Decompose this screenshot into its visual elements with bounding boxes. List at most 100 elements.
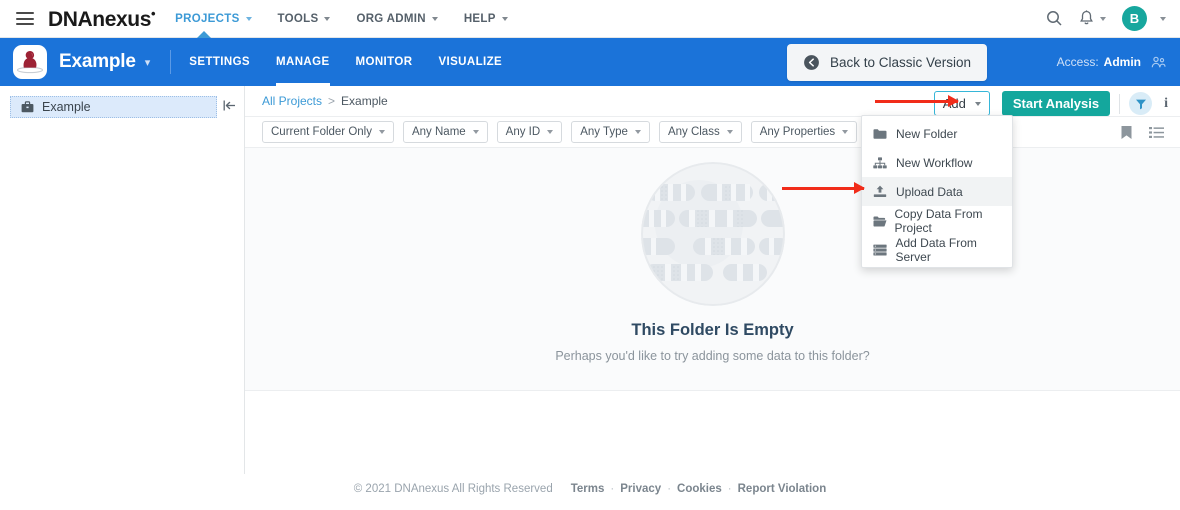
back-to-classic-version-label: Back to Classic Version xyxy=(830,55,972,70)
filter-bar: Current Folder Only Any Name Any ID Any … xyxy=(245,116,1180,148)
top-nav-actions: B xyxy=(1030,6,1180,31)
filter-any-name-label: Any Name xyxy=(411,126,466,138)
footer-link-privacy[interactable]: Privacy xyxy=(620,483,661,495)
filter-any-type-label: Any Type xyxy=(580,126,628,138)
nav-item-help[interactable]: HELP xyxy=(464,0,508,38)
menu-item-new-workflow-label: New Workflow xyxy=(896,155,973,170)
nav-item-org-admin[interactable]: ORG ADMIN xyxy=(356,0,438,38)
avatar-chevron-down-icon[interactable] xyxy=(1154,16,1166,21)
avatar[interactable]: B xyxy=(1122,6,1147,31)
collapse-left-icon[interactable] xyxy=(223,99,236,112)
chevron-down-icon xyxy=(472,130,479,134)
project-name: Example xyxy=(59,51,136,72)
breadcrumb: All Projects > Example Add Start Analysi… xyxy=(245,86,1180,116)
sidebar-item-example[interactable]: Example xyxy=(10,96,217,118)
divider xyxy=(170,50,172,74)
tab-visualize-label: VISUALIZE xyxy=(438,56,503,68)
main-panel: All Projects > Example Add Start Analysi… xyxy=(245,86,1180,474)
menu-item-upload-data[interactable]: Upload Data xyxy=(862,177,1012,206)
nav-item-tools-label: TOOLS xyxy=(277,12,319,25)
chevron-down-icon xyxy=(245,16,252,21)
tab-manage-label: MANAGE xyxy=(276,56,330,68)
filter-any-id[interactable]: Any ID xyxy=(496,121,563,143)
nav-item-projects-label: PROJECTS xyxy=(175,12,240,25)
tab-monitor-label: MONITOR xyxy=(355,56,413,68)
menu-item-add-data-from-server-label: Add Data From Server xyxy=(895,235,977,264)
brand-mark: • xyxy=(151,6,156,21)
chevron-down-icon xyxy=(431,16,438,21)
people-icon[interactable] xyxy=(1151,56,1166,69)
filter-current-folder-only-label: Current Folder Only xyxy=(271,126,372,138)
top-navigation-bar: DNAnexus• PROJECTS TOOLS ORG ADMIN HELP … xyxy=(0,0,1180,38)
sidebar: Example xyxy=(0,86,245,474)
menu-item-copy-data-from-project[interactable]: Copy Data From Project xyxy=(862,206,1012,235)
main-footer-area xyxy=(245,390,1180,463)
footer-link-report-violation[interactable]: Report Violation xyxy=(738,483,827,495)
back-to-classic-version-button[interactable]: Back to Classic Version xyxy=(787,44,988,81)
menu-item-new-folder-label: New Folder xyxy=(896,126,958,141)
menu-item-new-workflow[interactable]: New Workflow xyxy=(862,148,1012,177)
folder-icon xyxy=(873,128,890,140)
chromosome-circle-illustration xyxy=(640,162,785,306)
access-label: Access: xyxy=(1056,55,1099,69)
tab-settings[interactable]: SETTINGS xyxy=(189,38,250,86)
nav-item-tools[interactable]: TOOLS xyxy=(278,0,331,38)
divider xyxy=(245,390,1180,391)
info-icon[interactable]: i xyxy=(1164,96,1168,112)
empty-state: This Folder Is Empty Perhaps you'd like … xyxy=(245,148,1180,390)
nav-item-projects[interactable]: PROJECTS xyxy=(175,0,252,38)
breadcrumb-all-projects[interactable]: All Projects xyxy=(262,94,322,108)
breadcrumb-separator: > xyxy=(328,94,336,108)
search-icon[interactable] xyxy=(1046,10,1063,27)
back-arrow-circle-icon xyxy=(803,54,820,71)
tab-manage[interactable]: MANAGE xyxy=(276,38,330,86)
funnel-icon[interactable] xyxy=(1129,92,1153,115)
page-footer: © 2021 DNAnexus All Rights Reserved Term… xyxy=(0,468,1180,510)
empty-state-title: This Folder Is Empty xyxy=(631,321,794,339)
menu-item-new-folder[interactable]: New Folder xyxy=(862,119,1012,148)
start-analysis-button[interactable]: Start Analysis xyxy=(1001,91,1111,116)
menu-item-copy-data-from-project-label: Copy Data From Project xyxy=(894,206,983,235)
access-indicator: Access: Admin xyxy=(1057,55,1166,69)
bookmark-icon[interactable] xyxy=(1120,125,1133,140)
hamburger-menu-icon[interactable] xyxy=(16,12,34,25)
brand-text: DNAnexus xyxy=(48,8,151,31)
filter-any-id-label: Any ID xyxy=(505,126,541,138)
chevron-down-icon xyxy=(378,130,385,134)
menu-item-add-data-from-server[interactable]: Add Data From Server xyxy=(862,235,1012,264)
chevron-down-icon xyxy=(1100,16,1106,21)
project-chevron-down-icon[interactable]: ▾ xyxy=(145,56,151,69)
folder-open-icon xyxy=(873,215,889,227)
tab-settings-label: SETTINGS xyxy=(189,56,251,68)
breadcrumb-current: Example xyxy=(341,94,388,108)
footer-link-terms[interactable]: Terms xyxy=(571,483,605,495)
filter-any-properties-label: Any Properties xyxy=(759,126,836,138)
chevron-down-icon xyxy=(324,16,331,21)
active-nav-pointer-icon xyxy=(197,31,211,38)
workflow-icon xyxy=(873,156,890,169)
project-avatar-icon xyxy=(13,45,47,79)
footer-separator: · xyxy=(667,483,672,495)
filter-any-name[interactable]: Any Name xyxy=(402,121,488,143)
filter-current-folder-only[interactable]: Current Folder Only xyxy=(262,121,394,143)
add-dropdown-menu: New Folder New Workflow Upload Data Copy… xyxy=(861,115,1013,268)
filter-any-type[interactable]: Any Type xyxy=(571,121,650,143)
arrow-to-add-button xyxy=(875,95,959,107)
menu-item-upload-data-label: Upload Data xyxy=(896,184,963,199)
server-icon xyxy=(873,244,890,256)
dnanexus-logo: DNAnexus• xyxy=(48,6,156,31)
footer-link-cookies[interactable]: Cookies xyxy=(677,483,722,495)
chevron-down-icon xyxy=(842,130,849,134)
tab-monitor[interactable]: MONITOR xyxy=(356,38,413,86)
filter-any-class[interactable]: Any Class xyxy=(658,121,742,143)
filter-any-properties[interactable]: Any Properties xyxy=(750,121,858,143)
add-button[interactable]: Add xyxy=(933,91,990,116)
divider xyxy=(1119,93,1121,114)
start-analysis-label: Start Analysis xyxy=(1012,96,1100,111)
arrow-to-upload-data xyxy=(782,182,865,194)
tab-visualize[interactable]: VISUALIZE xyxy=(438,38,502,86)
footer-separator: · xyxy=(610,483,615,495)
bell-icon[interactable] xyxy=(1079,10,1106,27)
list-view-icon[interactable] xyxy=(1149,126,1164,139)
project-header-bar: Example ▾ SETTINGS MANAGE MONITOR VISUAL… xyxy=(0,38,1180,86)
